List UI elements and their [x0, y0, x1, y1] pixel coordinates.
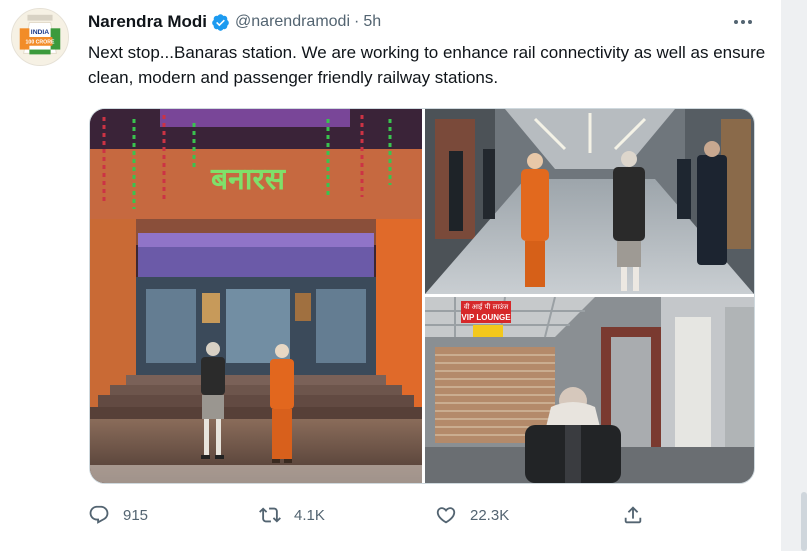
share-icon [624, 506, 642, 524]
media-grid: बनारस वी आई पी लाउंज VIP LOUNGE [89, 108, 755, 484]
author-handle[interactable]: @narendramodi [235, 13, 350, 31]
like-button[interactable]: 22.3K [435, 500, 509, 530]
photo-walking-platform[interactable] [425, 109, 754, 294]
svg-text:100 CRORE: 100 CRORE [26, 40, 55, 46]
tweet-text: Next stop...Banaras station. We are work… [88, 43, 766, 87]
tweet-header: Narendra Modi @narendramodi · 5h [88, 11, 381, 33]
more-dot [748, 20, 752, 24]
more-options-icon[interactable] [729, 12, 757, 32]
reply-count: 915 [123, 506, 149, 524]
photo-2-image [425, 109, 754, 294]
like-icon [436, 507, 456, 524]
retweet-button[interactable]: 4.1K [259, 500, 325, 530]
more-dot [741, 20, 745, 24]
vip-sign-english: VIP LOUNGE [461, 313, 511, 322]
separator-dot: · [354, 13, 360, 30]
author-name[interactable]: Narendra Modi [88, 12, 207, 32]
retweet-icon [259, 507, 281, 523]
person-orange-robe [521, 153, 549, 287]
retweet-count: 4.1K [294, 506, 325, 524]
timestamp[interactable]: 5h [363, 13, 381, 31]
svg-text:INDIA: INDIA [31, 29, 50, 36]
station-sign-text: बनारस [210, 162, 287, 197]
reply-button[interactable]: 915 [88, 500, 148, 530]
avatar-image: INDIA 100 CRORE [12, 9, 68, 65]
person-2 [270, 344, 294, 463]
photo-3-image: वी आई पी लाउंज VIP LOUNGE [425, 297, 754, 483]
tweet-card[interactable]: INDIA 100 CRORE Narendra Modi @narendram… [0, 0, 781, 551]
scrollbar-track[interactable] [781, 0, 807, 551]
verified-badge-icon [212, 13, 229, 31]
photo-banaras-station[interactable]: बनारस [90, 109, 422, 483]
photo-vip-lounge[interactable]: वी आई पी लाउंज VIP LOUNGE [425, 297, 754, 483]
vip-sign-hindi: वी आई पी लाउंज [464, 302, 509, 311]
avatar[interactable]: INDIA 100 CRORE [11, 8, 69, 66]
tweet-actions: 915 4.1K 22.3K [88, 500, 658, 530]
share-button[interactable] [622, 500, 644, 530]
photo-1-image: बनारस [90, 109, 422, 483]
like-count: 22.3K [470, 506, 510, 524]
scrollbar-thumb[interactable] [801, 492, 807, 551]
reply-icon [89, 505, 109, 524]
more-dot [734, 20, 738, 24]
